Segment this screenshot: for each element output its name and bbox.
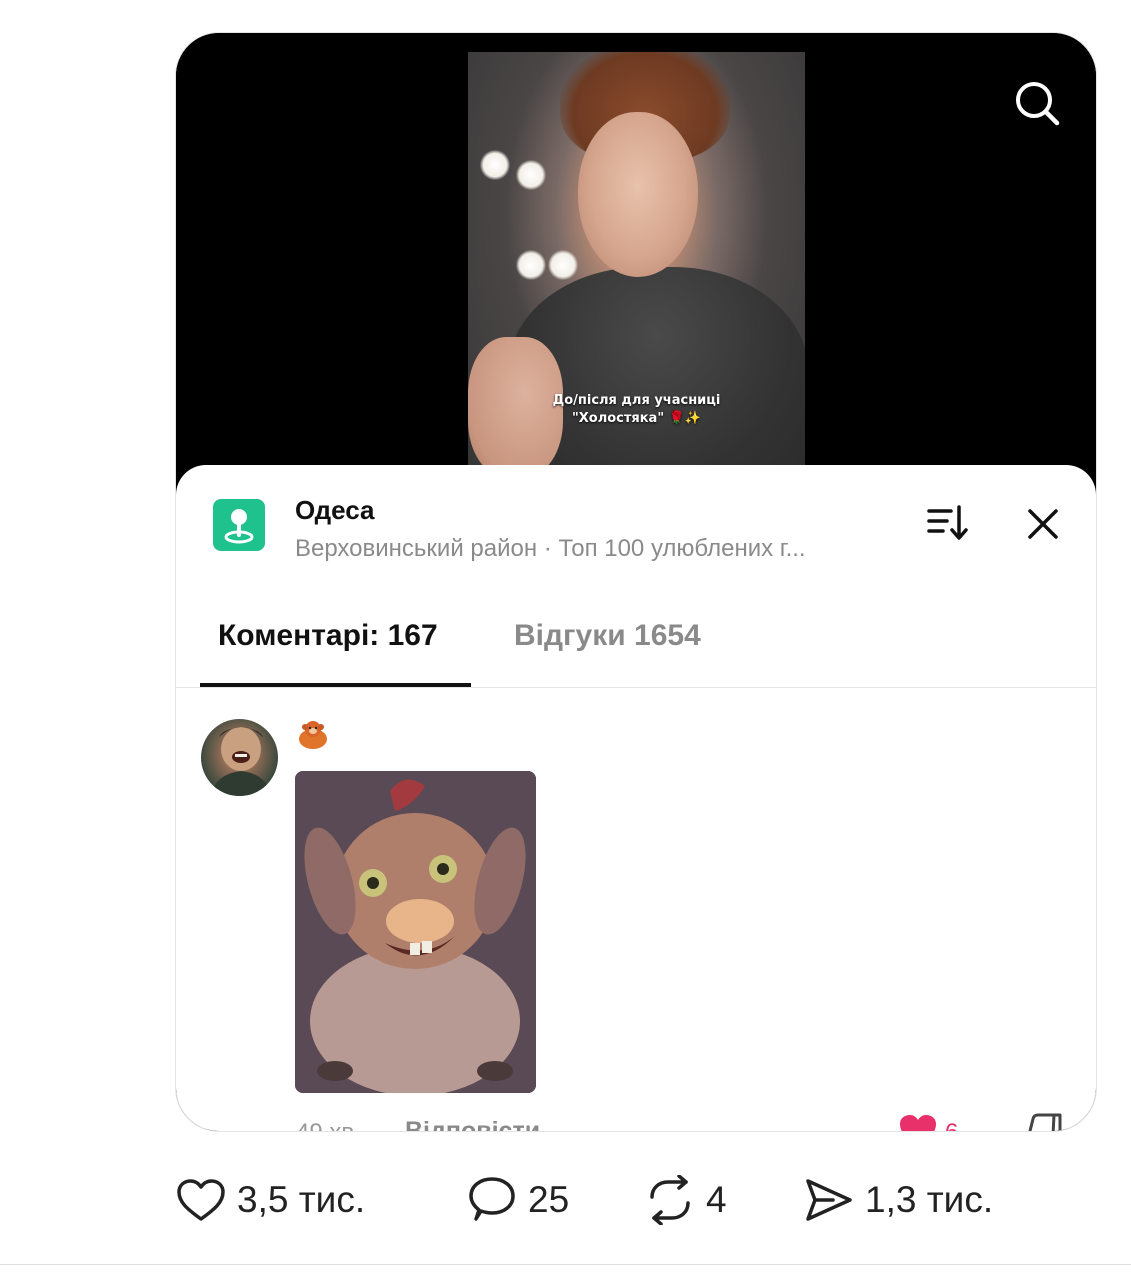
comment-timestamp: 49 хв. <box>296 1119 361 1131</box>
tab-comments[interactable]: Коментарі: 167 <box>218 619 438 653</box>
post-share-count: 1,3 тис. <box>865 1179 994 1220</box>
thumbs-down-icon <box>1028 1113 1062 1131</box>
tab-reviews[interactable]: Відгуки 1654 <box>514 619 701 653</box>
post-like-button[interactable]: 3,5 тис. <box>175 1174 365 1226</box>
post-like-count: 3,5 тис. <box>237 1179 366 1220</box>
search-icon <box>1016 82 1060 126</box>
vanity-light <box>548 250 578 280</box>
divider <box>0 1264 1131 1265</box>
repost-icon <box>650 1175 690 1225</box>
monkey-badge-icon <box>299 721 327 749</box>
comment-like-button[interactable] <box>898 1113 938 1131</box>
vanity-light <box>516 250 546 280</box>
comments-sheet: Одеса Верховинський район · Топ 100 улюб… <box>176 465 1096 1131</box>
send-icon <box>806 1179 852 1221</box>
avatar-photo <box>211 727 271 796</box>
avatar[interactable] <box>201 719 278 796</box>
donkey-sticker <box>295 771 536 1093</box>
search-button[interactable] <box>1011 77 1063 129</box>
post-repost-button[interactable]: 4 <box>644 1174 727 1226</box>
location-subtitle[interactable]: Верховинський район · Топ 100 улюблених … <box>295 535 895 563</box>
comment-sticker-image[interactable] <box>295 771 536 1093</box>
post-comment-count: 25 <box>528 1179 570 1220</box>
speech-bubble-icon <box>469 1177 515 1221</box>
video-thumbnail[interactable]: До/після для учасниці "Холостяка" 🌹✨ <box>468 52 805 472</box>
close-button[interactable] <box>1024 505 1062 543</box>
user-badge <box>296 717 330 751</box>
heart-icon <box>177 1179 225 1221</box>
comment-dislike-button[interactable] <box>1026 1111 1066 1131</box>
location-title[interactable]: Одеса <box>295 495 374 526</box>
reply-button[interactable]: Відповісти <box>405 1117 540 1131</box>
post-card: До/після для учасниці "Холостяка" 🌹✨ Оде… <box>175 32 1097 1132</box>
heart-icon <box>900 1115 936 1131</box>
video-player[interactable]: До/після для учасниці "Холостяка" 🌹✨ <box>176 33 1096 503</box>
sort-icon <box>927 505 968 540</box>
location-pin-icon <box>224 509 254 544</box>
post-repost-count: 4 <box>706 1179 727 1220</box>
vanity-light <box>516 160 546 190</box>
video-person-face <box>578 112 698 277</box>
vanity-light <box>480 150 510 180</box>
tabs-divider <box>176 687 1096 688</box>
close-icon <box>1028 509 1058 539</box>
sort-button[interactable] <box>926 503 970 543</box>
post-share-button[interactable]: 1,3 тис. <box>803 1174 993 1226</box>
post-comment-button[interactable]: 25 <box>466 1174 569 1226</box>
video-caption: До/після для учасниці "Холостяка" 🌹✨ <box>552 393 721 426</box>
location-badge[interactable] <box>213 499 265 551</box>
comment-like-count: 6 <box>945 1119 958 1131</box>
